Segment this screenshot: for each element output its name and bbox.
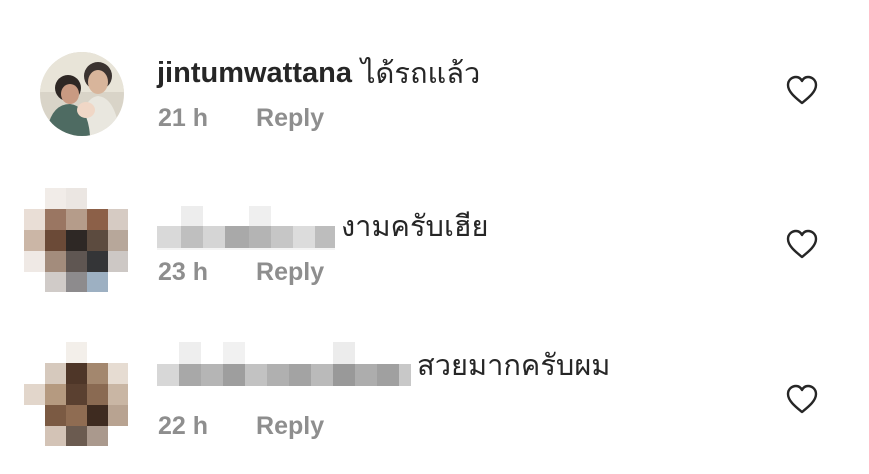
comment-line: jintumwattana ได้รถแล้ว <box>157 50 480 96</box>
comment-item: งามครับเฮีย 23 h Reply <box>0 150 869 300</box>
heart-outline-icon[interactable] <box>786 75 818 105</box>
comment-item: สวยมากครับผม 22 h Reply <box>0 300 869 450</box>
reply-button[interactable]: Reply <box>256 258 324 287</box>
timestamp[interactable]: 22 h <box>158 412 208 441</box>
heart-outline-icon[interactable] <box>786 384 818 414</box>
timestamp[interactable]: 21 h <box>158 104 208 133</box>
username[interactable] <box>157 342 411 388</box>
comment-text: สวยมากครับผม <box>417 350 611 382</box>
avatar[interactable] <box>24 188 128 292</box>
comment-line: สวยมากครับผม <box>157 342 610 388</box>
comment-line: งามครับเฮีย <box>157 202 489 250</box>
username[interactable] <box>157 202 335 250</box>
comment-item: jintumwattana ได้รถแล้ว 21 h Reply <box>0 0 869 150</box>
timestamp[interactable]: 23 h <box>158 258 208 287</box>
reply-button[interactable]: Reply <box>256 412 324 441</box>
username[interactable]: jintumwattana <box>157 57 352 90</box>
comment-meta: 22 h Reply <box>158 412 324 441</box>
avatar[interactable] <box>24 342 128 446</box>
comment-meta: 21 h Reply <box>158 104 324 133</box>
comment-text: งามครับเฮีย <box>341 211 489 243</box>
comment-meta: 23 h Reply <box>158 258 324 287</box>
avatar[interactable] <box>40 52 124 136</box>
reply-button[interactable]: Reply <box>256 104 324 133</box>
heart-outline-icon[interactable] <box>786 229 818 259</box>
comment-text: ได้รถแล้ว <box>360 58 481 90</box>
